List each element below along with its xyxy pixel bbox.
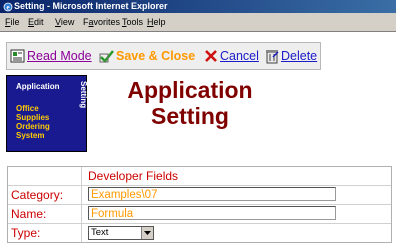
category-input[interactable]: Examples\07 (88, 187, 336, 201)
menu-file[interactable]: File (5, 13, 20, 31)
type-label: Type: (8, 224, 82, 242)
menu-help[interactable]: Help (147, 13, 166, 31)
page-content: Read Mode Save & Close Cancel Delete App… (0, 32, 396, 244)
menu-edit[interactable]: Edit (28, 13, 44, 31)
svg-text:e: e (6, 3, 9, 11)
cancel-x-icon (203, 48, 219, 64)
section-header: Developer Fields (88, 169, 179, 183)
read-mode-icon (10, 48, 26, 64)
page-title: Application Setting (127, 77, 253, 129)
type-select[interactable]: Text (88, 226, 154, 240)
delete-icon (264, 48, 280, 64)
name-label: Name: (8, 205, 82, 223)
menu-tools[interactable]: Tools (122, 13, 143, 31)
app-logo: Application Setting Office Supplies Orde… (6, 75, 88, 152)
action-toolbar: Read Mode Save & Close Cancel Delete (6, 42, 321, 70)
save-close-icon (99, 48, 115, 64)
category-label: Category: (8, 186, 82, 204)
type-row: Type: Text (8, 224, 391, 242)
category-row: Category: Examples\07 (8, 186, 391, 205)
settings-form: Developer Fields Category: Examples\07 N… (7, 166, 392, 243)
chevron-down-icon[interactable] (141, 227, 153, 239)
title-bar: e Setting - Microsoft Internet Explorer (0, 0, 396, 13)
name-input[interactable]: Formula (88, 206, 336, 220)
header-blank-cell (8, 167, 82, 185)
type-selected-value: Text (91, 227, 109, 238)
menu-view[interactable]: View (55, 13, 74, 31)
internet-explorer-icon: e (2, 1, 13, 12)
menu-favorites[interactable]: Favorites (83, 13, 120, 31)
name-row: Name: Formula (8, 205, 391, 224)
menu-bar: File Edit View Favorites Tools Help (0, 13, 396, 32)
section-header-row: Developer Fields (8, 167, 391, 186)
window-title: Setting - Microsoft Internet Explorer (14, 1, 168, 11)
